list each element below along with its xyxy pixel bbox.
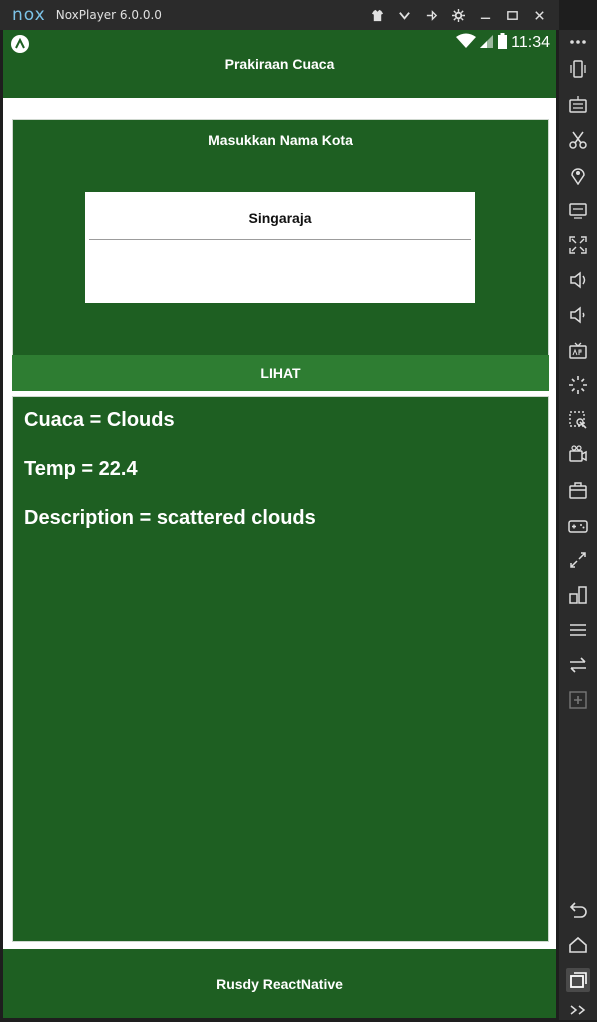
pin-icon[interactable]: [418, 0, 445, 30]
recent-apps-icon[interactable]: [566, 968, 590, 992]
weather-description: Description = scattered clouds: [24, 507, 316, 529]
chevron-down-icon[interactable]: [391, 0, 418, 30]
back-icon[interactable]: [566, 897, 590, 921]
menu-icon[interactable]: [566, 618, 590, 642]
swap-icon[interactable]: [566, 653, 590, 677]
emulator-sidebar: [559, 30, 597, 1020]
city-input[interactable]: [89, 196, 471, 240]
gamepad-icon[interactable]: [566, 513, 590, 537]
titlebar-controls: [364, 0, 553, 30]
phone-screen: 11:34 Prakiraan Cuaca Masukkan Nama Kota…: [3, 30, 556, 1018]
city-input-container[interactable]: [85, 192, 475, 303]
status-bar: 11:34: [3, 30, 556, 56]
close-icon[interactable]: [526, 0, 553, 30]
volume-up-icon[interactable]: [566, 268, 590, 292]
gear-icon[interactable]: [445, 0, 472, 30]
page-title: Prakiraan Cuaca: [224, 56, 335, 72]
maximize-icon[interactable]: [499, 0, 526, 30]
video-icon[interactable]: [566, 443, 590, 467]
shirt-icon[interactable]: [364, 0, 391, 30]
fullscreen-icon[interactable]: [566, 233, 590, 257]
keyboard-icon[interactable]: [566, 93, 590, 117]
emulator-version: NoxPlayer 6.0.0.0: [55, 8, 162, 22]
toolbox-icon[interactable]: [566, 478, 590, 502]
lihat-button[interactable]: LIHAT: [12, 355, 549, 391]
weather-condition: Cuaca = Clouds: [24, 409, 175, 431]
volume-down-icon[interactable]: [566, 303, 590, 327]
signal-icon: [480, 33, 494, 53]
home-icon[interactable]: [566, 933, 590, 957]
apk-icon[interactable]: [566, 338, 590, 362]
app-notification-icon: [11, 35, 29, 53]
battery-icon: [498, 33, 508, 53]
sync-icon[interactable]: [566, 548, 590, 572]
scissors-icon[interactable]: [566, 128, 590, 152]
app-header: 11:34 Prakiraan Cuaca: [3, 30, 556, 98]
expand-icon[interactable]: [566, 998, 590, 1022]
status-right: 11:34: [456, 33, 550, 53]
city-input-label: Masukkan Nama Kota: [208, 132, 353, 148]
location-icon[interactable]: [566, 163, 590, 187]
minimize-icon[interactable]: [472, 0, 499, 30]
nox-logo: nox: [12, 5, 46, 25]
more-icon[interactable]: [566, 30, 590, 54]
screenshot-icon[interactable]: [566, 408, 590, 432]
emulator-titlebar: nox NoxPlayer 6.0.0.0: [0, 0, 559, 30]
city-input-card: Masukkan Nama Kota: [12, 119, 549, 356]
screen-icon[interactable]: [566, 198, 590, 222]
weather-result-card: Cuaca = Clouds Temp = 22.4 Description =…: [12, 396, 549, 942]
weather-temp: Temp = 22.4: [24, 458, 138, 480]
add-icon[interactable]: [566, 688, 590, 712]
multi-instance-icon[interactable]: [566, 583, 590, 607]
wifi-icon: [456, 33, 477, 53]
loading-icon[interactable]: [566, 373, 590, 397]
shake-icon[interactable]: [566, 57, 590, 81]
app-footer: Rusdy ReactNative: [3, 949, 556, 1018]
status-clock: 11:34: [511, 34, 550, 51]
